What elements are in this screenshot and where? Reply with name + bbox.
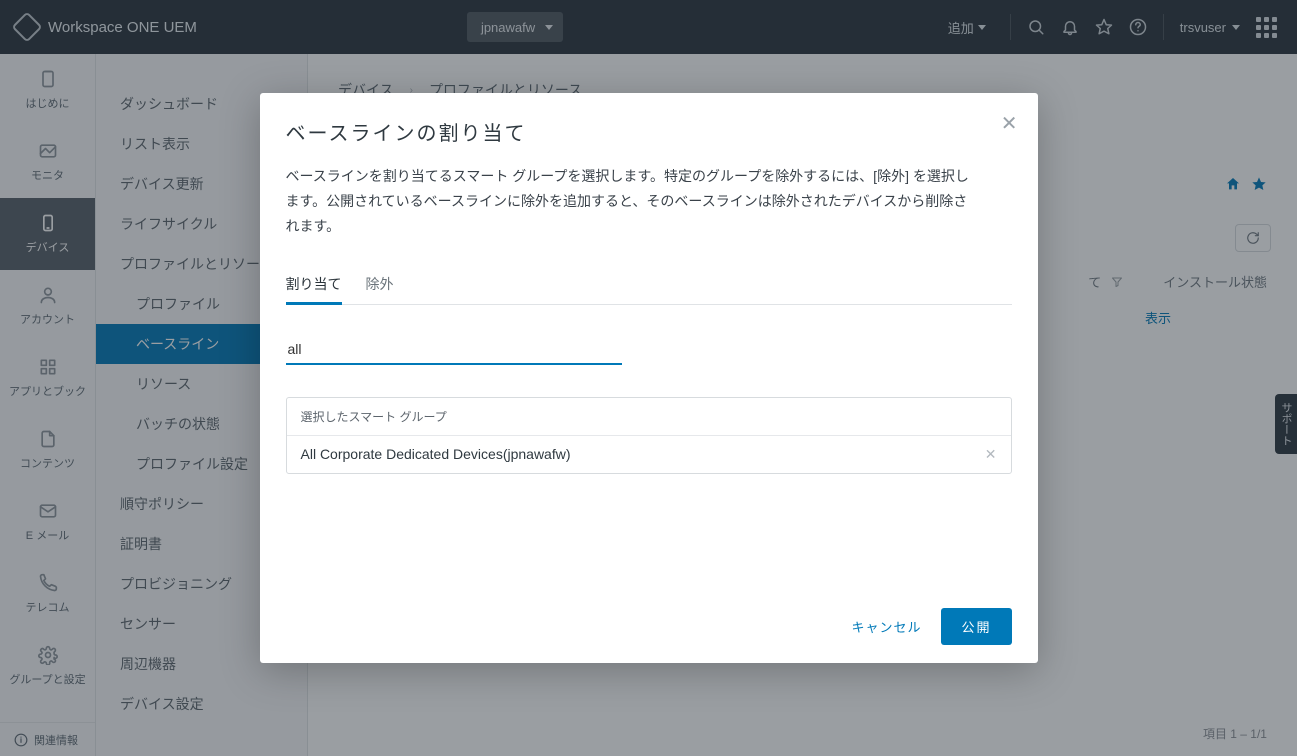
modal-description: ベースラインを割り当てるスマート グループを選択します。特定のグループを除外する…	[286, 164, 1012, 240]
modal-footer: キャンセル 公開	[286, 588, 1012, 645]
selected-smartgroups-box: 選択したスマート グループ All Corporate Dedicated De…	[286, 397, 1012, 474]
modal-overlay: ✕ ベースラインの割り当て ベースラインを割り当てるスマート グループを選択しま…	[0, 0, 1297, 756]
tab-assign[interactable]: 割り当て	[286, 266, 342, 305]
tab-exclude[interactable]: 除外	[366, 266, 394, 304]
assign-baseline-modal: ✕ ベースラインの割り当て ベースラインを割り当てるスマート グループを選択しま…	[260, 93, 1038, 663]
modal-tabs: 割り当て 除外	[286, 266, 1012, 305]
publish-button[interactable]: 公開	[941, 608, 1011, 645]
smartgroup-name: All Corporate Dedicated Devices(jpnawafw…	[301, 446, 571, 462]
smartgroup-search-input[interactable]	[286, 335, 622, 365]
close-icon[interactable]: ✕	[1001, 111, 1018, 136]
cancel-button[interactable]: キャンセル	[851, 617, 921, 636]
selected-smartgroup-row: All Corporate Dedicated Devices(jpnawafw…	[287, 436, 1011, 473]
remove-smartgroup-icon[interactable]: ✕	[985, 446, 997, 463]
modal-title: ベースラインの割り当て	[286, 117, 1012, 146]
selected-smartgroups-header: 選択したスマート グループ	[287, 398, 1011, 436]
